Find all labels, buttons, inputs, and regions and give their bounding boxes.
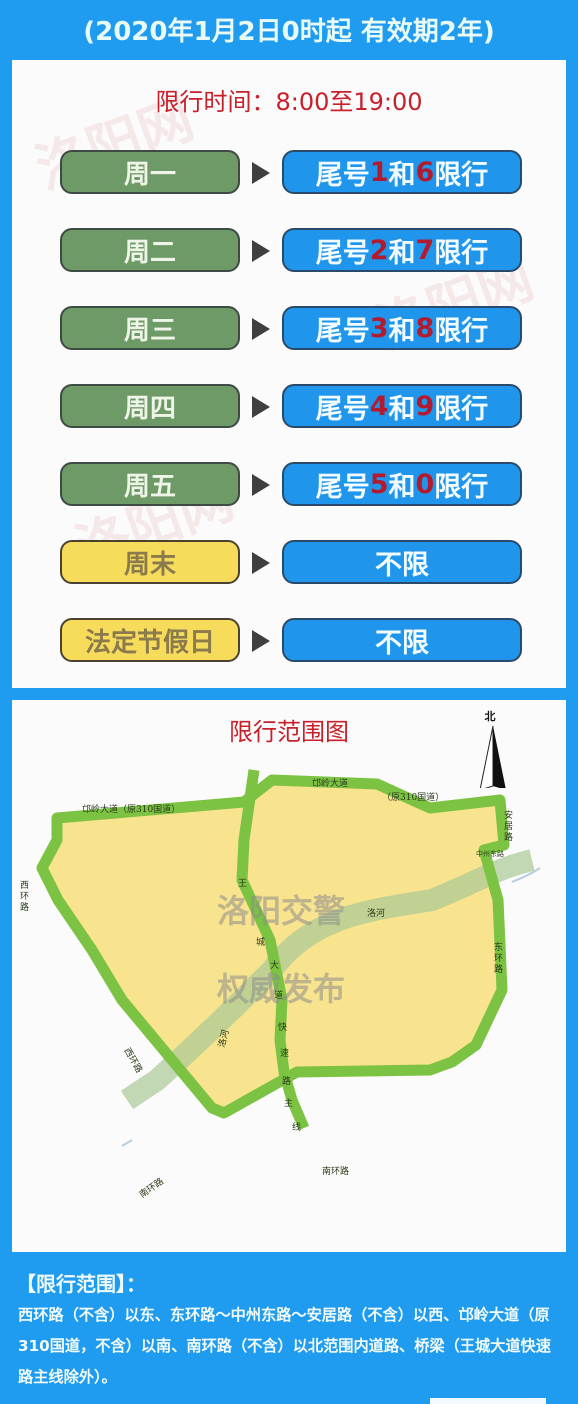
road-label-wangcheng-char: 城 (256, 937, 265, 948)
road-label-wangcheng-char: 速 (280, 1048, 289, 1059)
rule-box: 不限 (282, 618, 522, 662)
schedule-row: 周五 尾号 5 和 0 限行 (60, 462, 522, 508)
restricted-digit: 7 (415, 234, 435, 266)
road-label-south-east: 南环路 (322, 1165, 349, 1177)
restricted-digit: 2 (369, 234, 389, 266)
day-label: 周五 (60, 462, 240, 506)
schedule-row: 周二 尾号 2 和 7 限行 (60, 228, 522, 274)
road-label-wangcheng-char: 主 (284, 1097, 293, 1109)
rule-and: 和 (388, 471, 416, 503)
schedule-row: 周三 尾号 3 和 8 限行 (60, 306, 522, 352)
road-label-river: 洛河 (367, 907, 385, 919)
road-label-east: 环 (494, 953, 503, 964)
map-watermark-line2: 权威发布 (216, 970, 345, 1008)
rule-prefix: 尾号 (315, 159, 370, 191)
road-label-wangcheng-char: 道 (274, 989, 283, 1001)
road-label-west-lower: 西环路 (121, 1046, 145, 1075)
day-label: 周末 (60, 540, 240, 584)
road-label-wangcheng-char: 快 (278, 1021, 287, 1033)
schedule-row: 法定节假日 不限 (60, 618, 522, 664)
rule-suffix: 限行 (434, 315, 489, 347)
rule-suffix: 限行 (434, 237, 489, 269)
rule-box: 尾号 2 和 7 限行 (282, 228, 522, 272)
scope-title: 【限行范围】： (16, 1272, 146, 1296)
road-label-west: 环 (20, 891, 29, 902)
schedule-row: 周末 不限 (60, 540, 522, 586)
bottom-strip (430, 1398, 546, 1404)
road-label-zhongzhou: 中州东路 (476, 849, 504, 858)
restricted-digit: 3 (369, 312, 389, 344)
road-label-west: 西 (20, 880, 29, 891)
rule-text: 不限 (375, 549, 429, 581)
rule-suffix: 限行 (434, 393, 489, 425)
road-label-anju: 居 (504, 821, 513, 832)
restricted-digit: 4 (369, 390, 389, 422)
rule-and: 和 (388, 315, 416, 347)
stream (121, 1139, 133, 1147)
rule-box: 不限 (282, 540, 522, 584)
restriction-time-title: 限行时间：8:00至19:00 (155, 88, 423, 116)
rule-prefix: 尾号 (315, 237, 370, 269)
scope-description: 西环路（不含）以东、东环路～中州东路～安居路（不含）以西、邙岭大道（原310国道… (18, 1306, 551, 1386)
rule-prefix: 尾号 (315, 471, 370, 503)
road-label-south-west: 南环路 (137, 1175, 166, 1200)
road-label-wangcheng-char: 大 (270, 959, 279, 971)
rule-suffix: 限行 (434, 471, 489, 503)
restricted-digit: 9 (415, 390, 435, 422)
schedule-panel: 洛阳网 洛阳网 洛阳网 限行时间：8:00至19:00 周一 尾号 1 和 6 限行 周二尾… (12, 60, 566, 688)
triangle-right-icon (252, 630, 270, 652)
road-label-wangcheng-char: 路 (282, 1075, 291, 1087)
map-panel: 限行范围图 北 洛阳交警 权威发布 邙岭大道（原310国道） 邙岭大道 （原31… (12, 700, 566, 1252)
day-label: 周四 (60, 384, 240, 428)
road-label-east: 东 (494, 941, 503, 953)
schedule-row: 周四 尾号 4 和 9 限行 (60, 384, 522, 430)
rule-and: 和 (388, 237, 416, 269)
restricted-digit: 8 (415, 312, 435, 344)
map-watermark-line1: 洛阳交警 (217, 892, 345, 930)
triangle-right-icon (252, 396, 270, 418)
triangle-right-icon (252, 240, 270, 262)
rule-box: 尾号 3 和 8 限行 (282, 306, 522, 350)
road-label-mangling-west: 邙岭大道（原310国道） (82, 803, 180, 815)
road-label-wangcheng-char: 线 (292, 1121, 301, 1133)
rule-and: 和 (388, 393, 416, 425)
road-label-west: 路 (20, 901, 29, 913)
schedule-row: 周一 尾号 1 和 6 限行 (60, 150, 522, 196)
rule-prefix: 尾号 (315, 393, 370, 425)
day-label: 周一 (60, 150, 240, 194)
restricted-digit: 5 (369, 468, 389, 500)
road-label-east: 路 (494, 963, 503, 975)
triangle-right-icon (252, 162, 270, 184)
road-label-anju: 路 (504, 831, 513, 843)
rule-and: 和 (388, 159, 416, 191)
validity-header: (2020年1月2日0时起 有效期2年) (83, 16, 495, 47)
road-label-mangling-east: 邙岭大道 (312, 777, 348, 789)
restriction-area-map: 洛阳交警 权威发布 邙岭大道（原310国道） 邙岭大道 （原310国道） 洛河 … (20, 769, 541, 1200)
road-label-anju: 安 (504, 809, 513, 821)
rule-prefix: 尾号 (315, 315, 370, 347)
rule-box: 尾号 4 和 9 限行 (282, 384, 522, 428)
day-label: 周三 (60, 306, 240, 350)
triangle-right-icon (252, 552, 270, 574)
restricted-digit: 0 (415, 468, 435, 500)
road-label-310: （原310国道） (382, 791, 444, 803)
rule-box: 尾号 5 和 0 限行 (282, 462, 522, 506)
road-label-wangcheng-char: 王 (238, 878, 247, 889)
day-label: 周二 (60, 228, 240, 272)
triangle-right-icon (252, 474, 270, 496)
triangle-right-icon (252, 318, 270, 340)
day-label: 法定节假日 (60, 618, 240, 662)
restricted-digit: 1 (369, 156, 389, 188)
rule-text: 不限 (375, 627, 429, 659)
rule-box: 尾号 1 和 6 限行 (282, 150, 522, 194)
rule-suffix: 限行 (434, 159, 489, 191)
restricted-digit: 6 (415, 156, 435, 188)
